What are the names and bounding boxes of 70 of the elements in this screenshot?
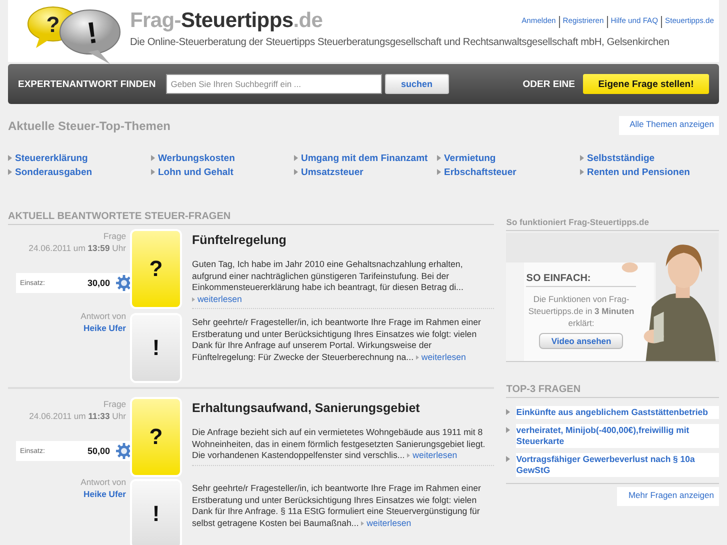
triangle-bullet-icon	[437, 155, 441, 161]
top-question-link[interactable]: Einkünfte aus angeblichem Gaststättenbetrieb	[516, 406, 719, 419]
triangle-bullet-icon	[506, 427, 510, 433]
answer-text: Sehr geehrte/r Fragesteller/in, ich beantworte Ihre Frage im Rahmen einer Erstberatung und unter Berücksichtigung Ihres Einsatzes wie folgt: vielen Dank für Ihre Anfrage. § 11a EStG formuliert eine Steuervergünstigung für selbst getragene Kosten bei Baumaßnah... weiterlesen	[192, 483, 482, 529]
section-title: TOP-3 FRAGEN	[506, 384, 719, 398]
question-mark-tile: ?	[132, 399, 180, 475]
question-date: 24.06.2011 um 13:59 Uhr	[28, 242, 126, 255]
triangle-bullet-icon	[580, 169, 584, 175]
section-title: Aktuelle Steuer-Top-Themen	[8, 119, 170, 133]
triangle-bullet-icon	[294, 155, 298, 161]
answer-label: Antwort von	[80, 477, 126, 488]
topic-link[interactable]: Lohn und Gehalt	[158, 166, 234, 178]
topic-link[interactable]: Werbungskosten	[158, 152, 235, 164]
site-logo[interactable]: Frag-Steuertipps.de	[130, 9, 323, 33]
topic-link[interactable]: Vermietung	[444, 152, 496, 164]
question-title[interactable]: Fünftelregelung	[192, 233, 494, 247]
triangle-bullet-icon	[151, 155, 155, 161]
topic-link[interactable]: Steuererklärung	[15, 152, 88, 164]
topic-link[interactable]: Umsatzsteuer	[301, 166, 364, 178]
ask-question-button[interactable]: Eigene Frage stellen!	[583, 74, 709, 94]
or-label: ODER EINE	[522, 78, 575, 90]
exclamation-mark-tile: !	[132, 315, 180, 381]
search-field[interactable]: Geben Sie Ihren Suchbegriff ein ...	[166, 74, 382, 94]
question-text: Die Anfrage bezieht sich auf ein vermietetes Wohngebäude aus 1911 mit 8 Wohneinheiten, das in einem förmlich festgesetzten Sanierungsgebiet liegt. Die vorhandenen Kastendoppelfenster sind verschlis... weiterlesen	[192, 427, 494, 466]
topic-link[interactable]: Sonderausgaben	[15, 166, 92, 178]
site-tagline: Die Online-Steuerberatung der Steuertipps Steuerberatungsgesellschaft und Rechtsanwaltsgesellschaft mbH, Gelsenkirchen	[130, 37, 670, 48]
triangle-bullet-icon	[192, 296, 195, 302]
topic-link[interactable]: Selbstständige	[587, 152, 655, 164]
author-link[interactable]: Heike Ufer	[83, 488, 126, 500]
top-question-link[interactable]: Vortragsfähiger Gewerbeverlust nach § 10a GewStG	[516, 453, 719, 477]
topic-link[interactable]: Umgang mit dem Finanzamt	[301, 152, 428, 164]
triangle-bullet-icon	[506, 456, 510, 462]
answer-label: Antwort von	[80, 311, 126, 322]
video-box-title: So funktioniert Frag-Steuertipps.de	[506, 217, 719, 231]
triangle-bullet-icon	[294, 169, 298, 175]
triangle-bullet-icon	[416, 354, 419, 360]
read-more-link[interactable]: weiterlesen	[407, 450, 458, 460]
all-topics-link[interactable]: Alle Themen anzeigen	[618, 116, 719, 135]
search-button[interactable]: suchen	[384, 74, 449, 94]
triangle-bullet-icon	[8, 155, 12, 161]
topic-link[interactable]: Erbschaftsteuer	[444, 166, 516, 178]
question-label: Frage	[104, 399, 126, 410]
section-title: AKTUELL BEANTWORTETE STEUER-FRAGEN	[8, 211, 494, 225]
exclamation-mark-tile: !	[132, 481, 180, 545]
question-text: Guten Tag, Ich habe im Jahr 2010 eine Gehaltsnachzahlung erhalten, aufgrund einer nachträglichen günstigeren Tarifeinstufung. Bei der Einkommensteuererklärung habe ich beantragt, für diesen Betrag di... weiterlesen	[192, 259, 494, 309]
triangle-bullet-icon	[407, 453, 410, 458]
top-question-link[interactable]: verheiratet, Minijob(-400,00€),freiwillig mit Steuerkarte	[516, 424, 719, 448]
read-more-link[interactable]: weiterlesen	[192, 294, 242, 304]
triangle-bullet-icon	[151, 169, 155, 175]
stake-amount: 50,00	[87, 446, 110, 456]
triangle-bullet-icon	[580, 155, 584, 161]
question-label: Frage	[104, 231, 126, 242]
question-date: 24.06.2011 um 11:33 Uhr	[29, 410, 126, 423]
question-title[interactable]: Erhaltungsaufwand, Sanierungsgebiet	[192, 401, 494, 415]
stake-amount: 30,00	[87, 278, 110, 288]
question-mark-tile: ?	[132, 231, 180, 307]
promo-text: Die Funktionen von Frag-Steuertipps.de in 3 Minuten erklärt:	[527, 293, 636, 329]
triangle-bullet-icon	[361, 520, 364, 526]
triangle-bullet-icon	[437, 169, 441, 175]
read-more-link[interactable]: weiterlesen	[416, 352, 466, 362]
triangle-bullet-icon	[8, 169, 12, 175]
promo-heading: SO EINFACH:	[526, 273, 636, 287]
triangle-bullet-icon	[506, 409, 510, 415]
topic-link[interactable]: Renten und Pensionen	[587, 166, 690, 178]
author-link[interactable]: Heike Ufer	[83, 322, 126, 334]
answer-text: Sehr geehrte/r Fragesteller/in, ich beantworte Ihre Frage im Rahmen einer Erstberatung und unter Berücksichtigung Ihres Einsatzes wie folgt: vielen Dank für Ihre Anfrage auf unserem Portal. Wirkungsweise der Fünftelregelung: Für Zwecke der Steuerberechnung na... weiterlesen	[192, 317, 482, 363]
read-more-link[interactable]: weiterlesen	[361, 518, 412, 528]
search-label: EXPERTENANTWORT FINDEN	[18, 78, 156, 90]
video-button[interactable]: Video ansehen	[539, 333, 624, 349]
more-questions-link[interactable]: Mehr Fragen anzeigen	[617, 487, 719, 506]
